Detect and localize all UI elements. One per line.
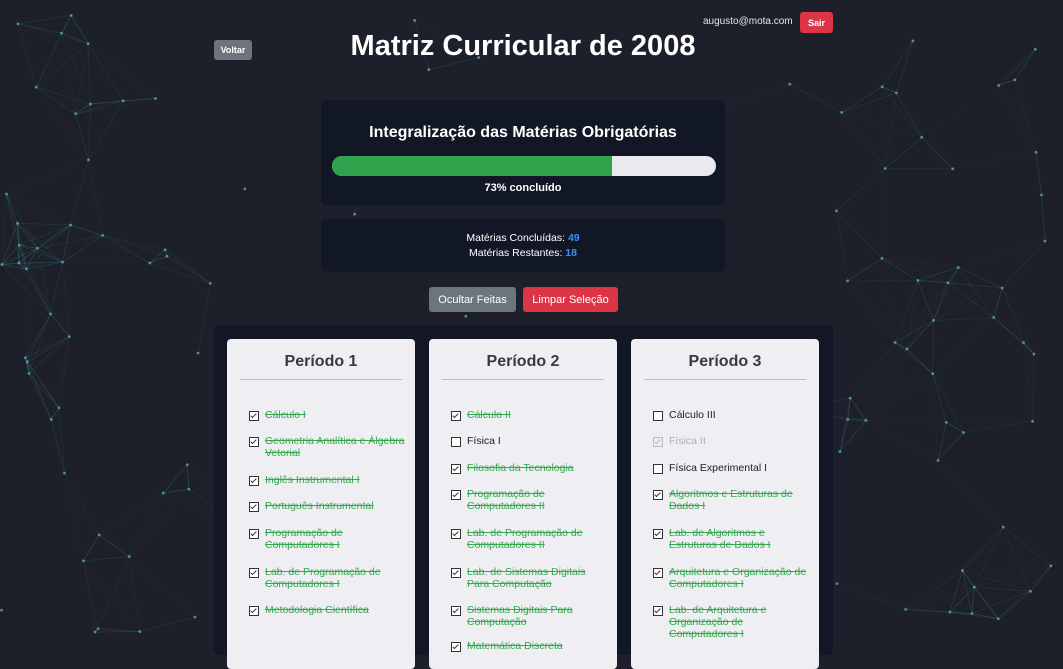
course-name: Metodologia Científica	[265, 604, 405, 616]
course-item[interactable]: Programação de Computadores II	[451, 488, 607, 512]
course-name: Lab. de Sistemas Digitais Para Computaçã…	[467, 566, 607, 590]
course-item[interactable]: Filosofia da Tecnologia	[451, 462, 607, 474]
course-name: Sistemas Digitais Para Computação	[467, 604, 607, 628]
course-checkbox[interactable]	[249, 476, 259, 486]
progress-bar	[332, 156, 716, 176]
course-name: Lab. de Programação de Computadores II	[467, 527, 607, 551]
course-name: Geometria Analítica e Álgebra Vetorial	[265, 435, 405, 459]
course-checkbox[interactable]	[653, 529, 663, 539]
course-item: Física II	[653, 435, 809, 447]
user-email: augusto@mota.com	[703, 16, 793, 27]
course-name: Programação de Computadores II	[467, 488, 607, 512]
course-item[interactable]: Lab. de Programação de Computadores II	[451, 527, 607, 551]
completed-value: 49	[568, 232, 580, 244]
course-item[interactable]: Matemática Discreta	[451, 640, 607, 652]
course-item[interactable]: Física I	[451, 435, 607, 447]
completed-stat: Matérias Concluídas: 49	[321, 232, 725, 244]
course-name: Lab. de Algoritmos e Estruturas de Dados…	[669, 527, 809, 551]
period-column: Período 1 Cálculo I Geometria Analítica e …	[227, 339, 415, 669]
course-item[interactable]: Lab. de Algoritmos e Estruturas de Dados…	[653, 527, 809, 551]
course-checkbox	[653, 437, 663, 447]
course-checkbox[interactable]	[249, 411, 259, 421]
course-checkbox[interactable]	[451, 606, 461, 616]
progress-title: Integralização das Matérias Obrigatórias	[321, 124, 725, 142]
course-name: Português Instrumental	[265, 500, 405, 512]
course-name: Arquitetura e Organização de Computadore…	[669, 566, 809, 590]
course-name: Física II	[669, 435, 809, 447]
course-name: Filosofia da Tecnologia	[467, 462, 607, 474]
course-item[interactable]: Física Experimental I	[653, 462, 809, 474]
course-name: Física I	[467, 435, 607, 447]
clear-selection-button[interactable]: Limpar Seleção	[523, 287, 618, 312]
course-item[interactable]: Algoritmos e Estruturas de Dados I	[653, 488, 809, 512]
course-checkbox[interactable]	[451, 411, 461, 421]
period-column: Período 2 Cálculo II Física I Filosofia da …	[429, 339, 617, 669]
course-name: Matemática Discreta	[467, 640, 607, 652]
periods-container: Período 1 Cálculo I Geometria Analítica e …	[214, 325, 833, 655]
course-checkbox[interactable]	[451, 642, 461, 652]
course-name: Cálculo I	[265, 409, 405, 421]
course-checkbox[interactable]	[653, 464, 663, 474]
course-name: Lab. de Programação de Computadores I	[265, 566, 405, 590]
course-checkbox[interactable]	[653, 568, 663, 578]
page-title: Matriz Curricular de 2008	[0, 30, 1046, 63]
course-item[interactable]: Sistemas Digitais Para Computação	[451, 604, 607, 628]
course-name: Cálculo II	[467, 409, 607, 421]
course-checkbox[interactable]	[451, 437, 461, 447]
period-title: Período 3	[631, 353, 819, 371]
course-item[interactable]: Cálculo I	[249, 409, 405, 421]
course-checkbox[interactable]	[249, 606, 259, 616]
course-item[interactable]: Geometria Analítica e Álgebra Vetorial	[249, 435, 405, 459]
course-name: Algoritmos e Estruturas de Dados I	[669, 488, 809, 512]
progress-card: Integralização das Matérias Obrigatórias…	[321, 100, 725, 205]
period-divider	[644, 379, 806, 380]
course-name: Cálculo III	[669, 409, 809, 421]
course-checkbox[interactable]	[451, 464, 461, 474]
period-title: Período 1	[227, 353, 415, 371]
remaining-label: Matérias Restantes:	[469, 247, 562, 259]
course-name: Lab. de Arquitetura e Organização de Com…	[669, 604, 809, 640]
course-item[interactable]: Lab. de Programação de Computadores I	[249, 566, 405, 590]
period-divider	[240, 379, 402, 380]
period-column: Período 3 Cálculo III Física II Física Expe…	[631, 339, 819, 669]
period-divider	[442, 379, 604, 380]
course-name: Física Experimental I	[669, 462, 809, 474]
course-item[interactable]: Inglês Instrumental I	[249, 474, 405, 486]
course-checkbox[interactable]	[653, 490, 663, 500]
course-item[interactable]: Português Instrumental	[249, 500, 405, 512]
course-name: Inglês Instrumental I	[265, 474, 405, 486]
progress-label: 73% concluído	[321, 182, 725, 194]
course-item[interactable]: Lab. de Sistemas Digitais Para Computaçã…	[451, 566, 607, 590]
course-item[interactable]: Lab. de Arquitetura e Organização de Com…	[653, 604, 809, 640]
course-checkbox[interactable]	[451, 490, 461, 500]
course-item[interactable]: Programação de Computadores I	[249, 527, 405, 551]
course-item[interactable]: Cálculo II	[451, 409, 607, 421]
course-item[interactable]: Arquitetura e Organização de Computadore…	[653, 566, 809, 590]
course-checkbox[interactable]	[451, 568, 461, 578]
course-item[interactable]: Cálculo III	[653, 409, 809, 421]
course-checkbox[interactable]	[653, 606, 663, 616]
course-checkbox[interactable]	[249, 437, 259, 447]
completed-label: Matérias Concluídas:	[466, 232, 565, 244]
stats-card: Matérias Concluídas: 49 Matérias Restant…	[321, 219, 725, 272]
course-checkbox[interactable]	[249, 529, 259, 539]
remaining-value: 18	[565, 247, 577, 259]
hide-done-button[interactable]: Ocultar Feitas	[429, 287, 516, 312]
course-item[interactable]: Metodologia Científica	[249, 604, 405, 616]
course-checkbox[interactable]	[653, 411, 663, 421]
remaining-stat: Matérias Restantes: 18	[321, 247, 725, 259]
course-checkbox[interactable]	[249, 568, 259, 578]
period-title: Período 2	[429, 353, 617, 371]
course-name: Programação de Computadores I	[265, 527, 405, 551]
course-checkbox[interactable]	[451, 529, 461, 539]
course-checkbox[interactable]	[249, 502, 259, 512]
progress-bar-fill	[332, 156, 612, 176]
